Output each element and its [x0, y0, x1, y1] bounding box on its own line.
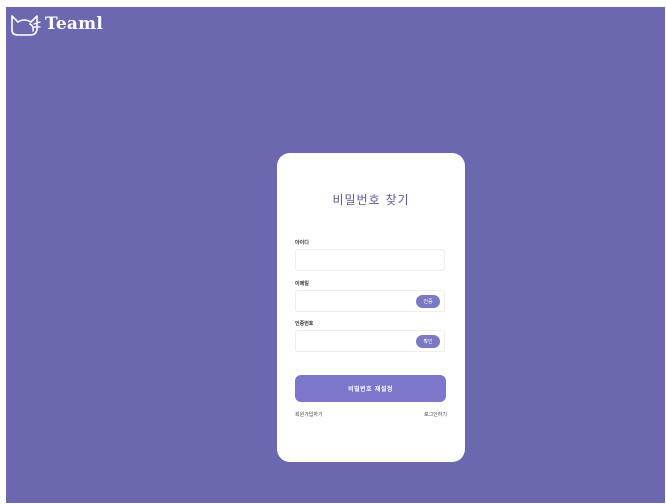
- id-field-box: [295, 249, 445, 273]
- code-label: 인증번호: [295, 321, 314, 327]
- id-input[interactable]: [296, 253, 444, 273]
- signup-link[interactable]: 회원가입하기: [295, 411, 323, 418]
- id-label: 아이디: [295, 240, 309, 246]
- page-title: 비밀번호 찾기: [332, 193, 410, 207]
- page-background: Teaml 비밀번호 찾기 아이디 이메일 인증 인증번호 확인 비밀번호 재설…: [6, 7, 665, 503]
- email-label: 이메일: [295, 281, 309, 287]
- verify-code-button[interactable]: 확인: [416, 335, 440, 348]
- brand-logo[interactable]: Teaml: [9, 11, 103, 37]
- find-password-card: 비밀번호 찾기 아이디 이메일 인증 인증번호 확인 비밀번호 재설정 회원가입…: [277, 153, 465, 462]
- brand-name: Teaml: [45, 14, 103, 34]
- send-code-button[interactable]: 인증: [416, 295, 440, 308]
- login-link[interactable]: 로그인하기: [424, 411, 447, 418]
- reset-password-button[interactable]: 비밀번호 재설정: [295, 375, 446, 402]
- code-field-box: 확인: [295, 330, 445, 354]
- cat-outline-icon: [11, 15, 41, 36]
- email-field-box: 인증: [295, 290, 445, 314]
